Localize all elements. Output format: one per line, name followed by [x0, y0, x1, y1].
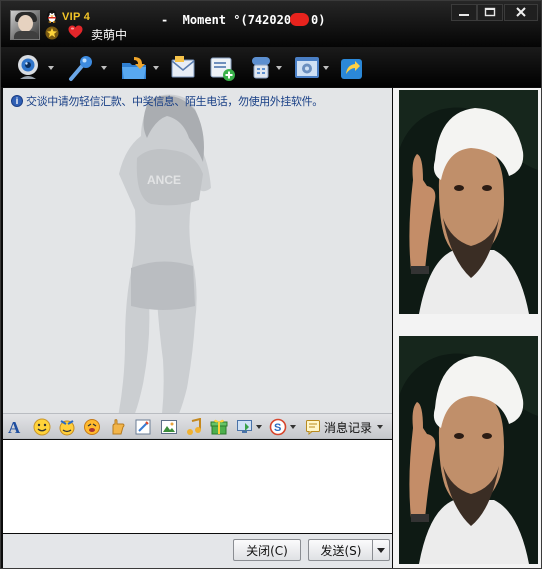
message-history-icon [306, 420, 320, 435]
screenshot-icon[interactable] [134, 418, 152, 436]
send-file-dropdown-arrow[interactable] [153, 66, 159, 70]
close-window-button[interactable] [504, 4, 538, 21]
email-icon [171, 56, 195, 78]
message-input[interactable] [3, 440, 392, 533]
title-suffix: 0 [311, 13, 319, 27]
chat-window: VIP 4 卖萌中 - Moment °(742020 0) ANCE i 交谈… [0, 0, 542, 569]
phone-icon [252, 57, 270, 79]
send-button-label: 发送(S) [320, 543, 362, 558]
gesture-icon[interactable] [109, 418, 127, 436]
gift-icon[interactable] [210, 418, 228, 436]
share-button[interactable] [338, 54, 366, 82]
sogou-dropdown-arrow[interactable] [290, 425, 296, 429]
main-toolbar [1, 47, 541, 87]
font-icon[interactable]: A [7, 418, 25, 436]
avatar-face [18, 15, 33, 32]
title-bar[interactable]: VIP 4 卖萌中 - Moment °(742020 0) [1, 1, 541, 47]
settings-button[interactable] [293, 54, 329, 82]
security-notice-text: 交谈中请勿轻信汇款、中奖信息、陌生电话，勿使用外挂软件。 [26, 95, 323, 108]
video-call-button[interactable] [15, 54, 54, 82]
contact-avatar-photo[interactable] [399, 336, 538, 564]
message-history-dropdown-arrow[interactable] [377, 425, 384, 429]
input-toolbar: A S 消息记录 [3, 413, 392, 439]
close-button-label: 关闭(C) [246, 543, 288, 558]
chevron-down-icon [377, 547, 385, 553]
screen-share-dropdown-arrow[interactable] [256, 425, 262, 429]
send-options-button[interactable] [372, 539, 390, 561]
bottom-bar: 关闭(C) 发送(S) [3, 534, 392, 568]
svg-text:A: A [8, 418, 21, 436]
avatar-body [14, 31, 38, 39]
webcam-icon [18, 55, 38, 79]
emoticon-icon[interactable] [33, 418, 51, 436]
qq-penguin-icon [47, 10, 57, 23]
settings-icon [295, 57, 319, 78]
contact-show-panel [393, 88, 541, 568]
security-notice: i 交谈中请勿轻信汇款、中奖信息、陌生电话，勿使用外挂软件。 [11, 94, 323, 108]
chat-background-image: ANCE [118, 94, 211, 413]
settings-dropdown-arrow[interactable] [323, 66, 329, 70]
image-icon[interactable] [160, 418, 178, 436]
message-history-label: 消息记录 [324, 420, 373, 435]
folder-send-icon [122, 57, 146, 79]
app-box-button[interactable] [208, 54, 236, 82]
svg-text:S: S [274, 422, 281, 434]
star-level-icon[interactable] [45, 26, 59, 40]
send-file-button[interactable] [120, 54, 159, 82]
email-button[interactable] [169, 54, 197, 82]
close-button[interactable]: 关闭(C) [233, 539, 301, 561]
phone-dropdown-arrow[interactable] [276, 66, 282, 70]
heart-icon[interactable] [68, 25, 83, 39]
info-icon: i [11, 95, 23, 107]
message-history-button[interactable]: 消息记录 [305, 417, 384, 437]
phone-button[interactable] [248, 54, 282, 82]
sogou-icon[interactable]: S [269, 418, 287, 436]
maximize-button[interactable] [477, 4, 503, 21]
microphone-icon [69, 56, 92, 81]
contact-avatar[interactable] [10, 10, 40, 40]
message-history-area[interactable]: ANCE i 交谈中请勿轻信汇款、中奖信息、陌生电话，勿使用外挂软件。 [3, 88, 392, 413]
contact-status: 卖萌中 [91, 28, 128, 42]
svg-text:ANCE: ANCE [147, 173, 181, 187]
shake-window-icon[interactable] [83, 418, 101, 436]
add-app-icon [210, 57, 235, 81]
send-button[interactable]: 发送(S) [308, 539, 373, 561]
voice-call-dropdown-arrow[interactable] [101, 66, 107, 70]
vip-badge[interactable]: VIP 4 [62, 11, 90, 23]
music-icon[interactable] [185, 418, 203, 436]
magic-emoticon-icon[interactable] [58, 418, 76, 436]
redaction-mark [290, 13, 309, 26]
share-icon [341, 59, 362, 79]
title-prefix: - Moment °(742020 [161, 13, 292, 27]
voice-call-button[interactable] [67, 54, 107, 82]
screen-share-icon[interactable] [236, 418, 254, 436]
contact-photo[interactable] [399, 90, 538, 314]
video-call-dropdown-arrow[interactable] [48, 66, 54, 70]
minimize-button[interactable] [451, 4, 477, 21]
